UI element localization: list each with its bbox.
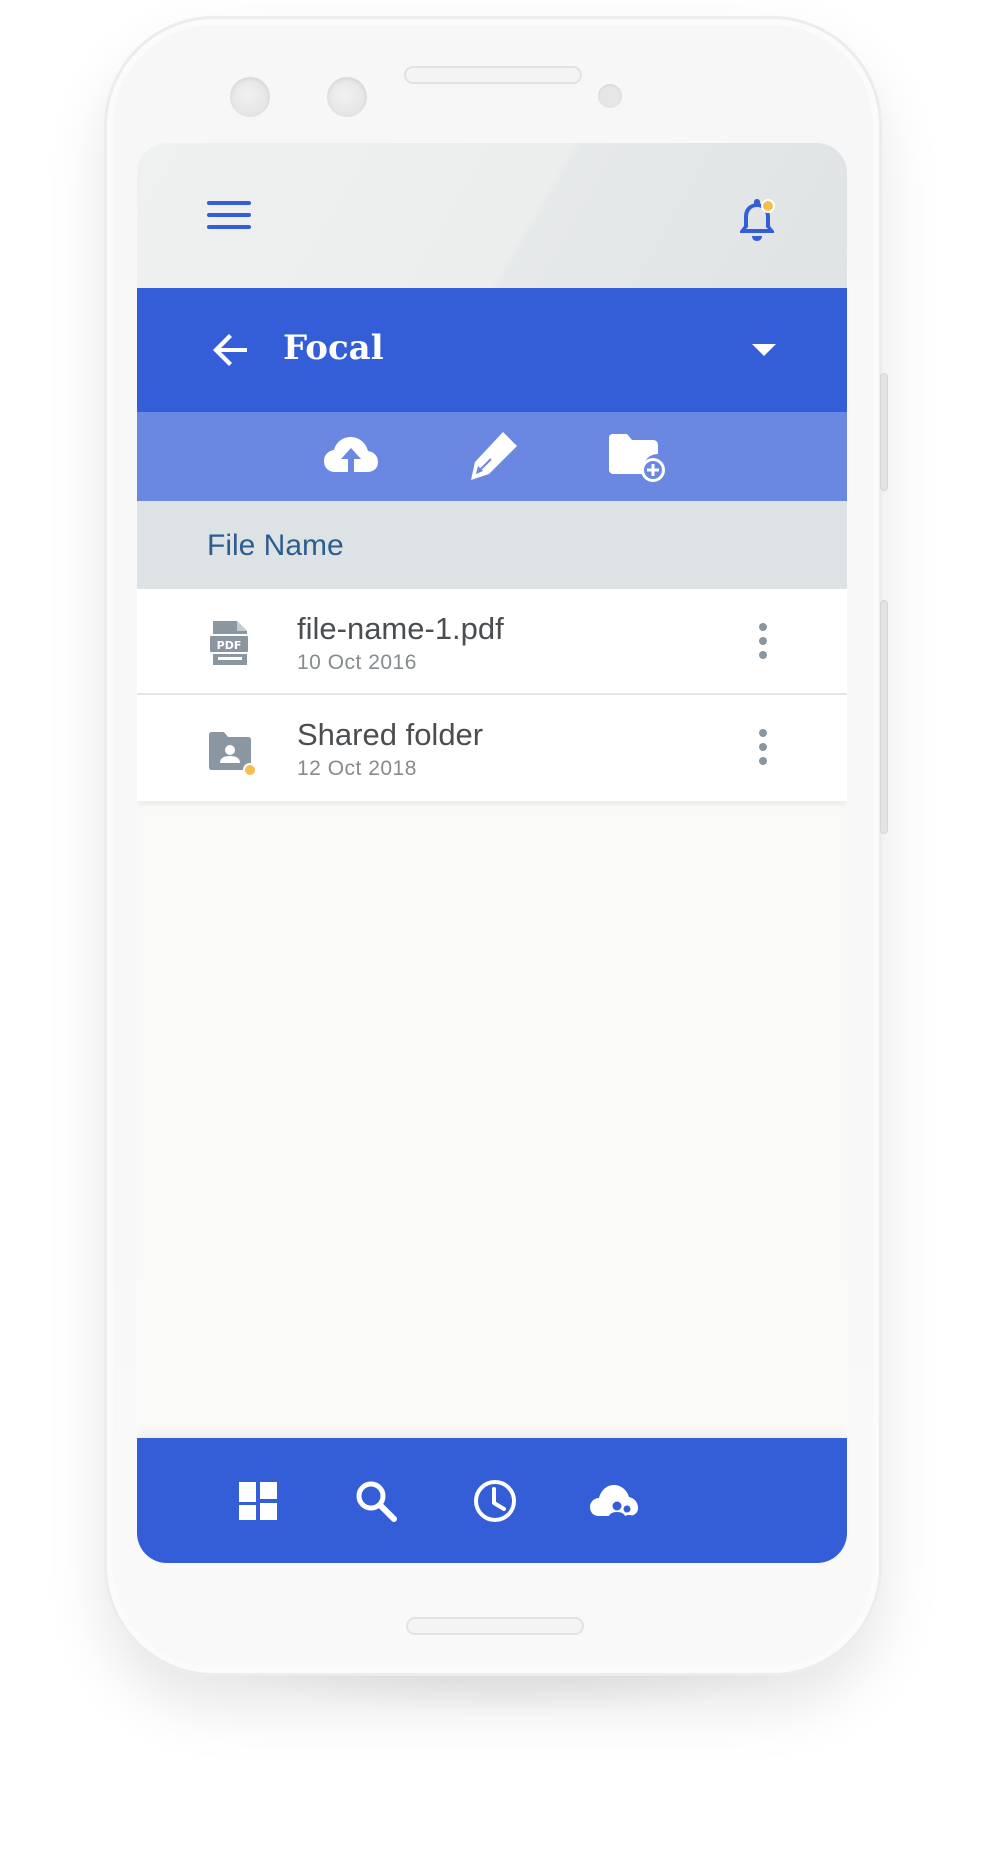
file-row-pdf[interactable]: PDF file-name-1.pdf 10 Oct 2016 — [137, 589, 847, 695]
file-name: Shared folder — [297, 717, 484, 752]
svg-text:PDF: PDF — [217, 639, 242, 652]
caret-down-icon[interactable] — [749, 340, 779, 360]
pdf-file-icon: PDF — [208, 621, 250, 665]
folder-toolbar — [137, 412, 847, 501]
file-name: file-name-1.pdf — [297, 611, 504, 646]
bell-icon[interactable] — [731, 193, 783, 245]
file-name-column-header[interactable]: File Name — [137, 501, 847, 589]
unread-badge — [243, 763, 257, 777]
search-icon[interactable] — [351, 1476, 401, 1526]
proximity-sensor — [598, 84, 622, 108]
arrow-left-icon[interactable] — [211, 330, 251, 370]
dashboard-icon[interactable] — [233, 1476, 283, 1526]
bottom-navigation — [137, 1438, 847, 1563]
more-vertical-icon[interactable] — [753, 729, 773, 769]
folder-title: Focal — [283, 328, 384, 368]
file-date: 12 Oct 2018 — [297, 757, 417, 780]
power-button — [880, 600, 888, 834]
front-camera-secondary — [327, 77, 367, 117]
pencil-icon[interactable] — [463, 426, 523, 486]
home-indicator — [406, 1617, 584, 1635]
cloud-upload-icon[interactable] — [321, 426, 381, 486]
recent-clock-icon[interactable] — [470, 1476, 520, 1526]
file-date: 10 Oct 2016 — [297, 651, 417, 674]
front-camera — [230, 77, 270, 117]
shared-cloud-icon[interactable] — [589, 1476, 639, 1526]
volume-button — [880, 373, 888, 491]
column-header-label: File Name — [207, 529, 344, 562]
menu-icon[interactable] — [207, 201, 251, 235]
more-vertical-icon[interactable] — [753, 623, 773, 663]
app-screen: Focal File Name PDF file-name-1.pdf 10 O… — [137, 143, 847, 1563]
notification-badge — [761, 199, 775, 213]
top-app-area — [137, 143, 847, 288]
file-row-shared-folder[interactable]: Shared folder 12 Oct 2018 — [137, 695, 847, 801]
folder-header: Focal — [137, 288, 847, 412]
earpiece-speaker — [404, 66, 582, 84]
folder-add-icon[interactable] — [605, 426, 665, 486]
file-list: PDF file-name-1.pdf 10 Oct 2016 Shared f… — [137, 589, 847, 801]
